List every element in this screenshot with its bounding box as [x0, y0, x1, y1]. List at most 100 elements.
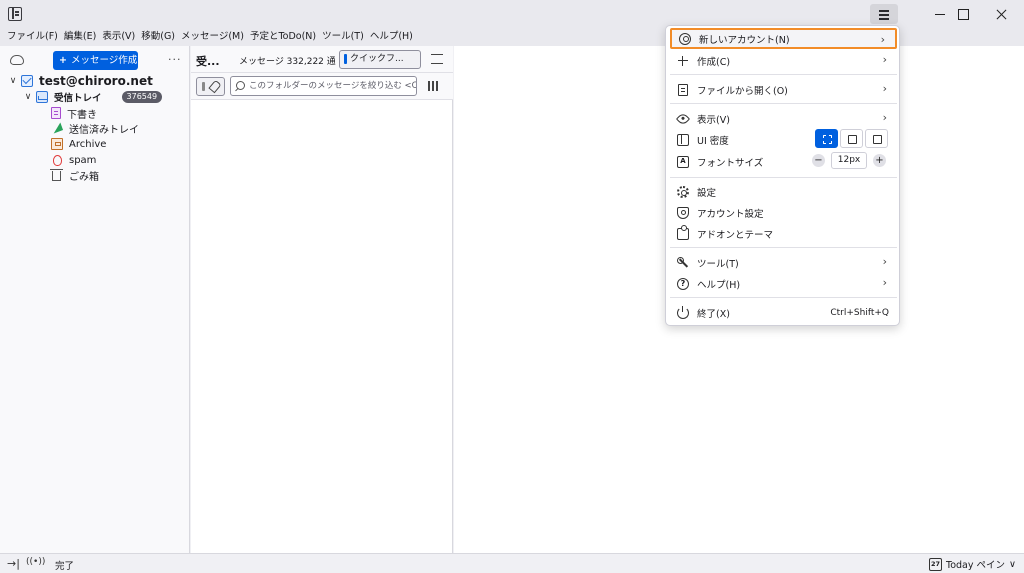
app-sidebar-icon[interactable]: [8, 7, 22, 21]
menu-quit[interactable]: 終了(X) Ctrl+Shift+Q: [670, 302, 897, 323]
menu-new-account[interactable]: 新しいアカウント(N) ›: [670, 28, 897, 49]
menu-account-settings[interactable]: アカウント設定: [670, 202, 897, 223]
menu-font-size: A フォントサイズ − 12px +: [670, 151, 897, 172]
density-compact-button[interactable]: [815, 129, 838, 148]
menu-file[interactable]: ファイル(F): [4, 28, 61, 46]
menu-view[interactable]: 表示(V) ›: [670, 108, 897, 129]
file-icon: [678, 83, 688, 96]
menu-separator: [670, 74, 897, 75]
font-size-value: 12px: [831, 152, 867, 169]
menu-label: UI 密度: [697, 135, 729, 147]
menu-label: 終了(X): [697, 308, 730, 320]
menu-edit[interactable]: 編集(E): [61, 28, 99, 46]
more-options-icon[interactable]: ···: [168, 53, 182, 66]
folder-label: spam: [69, 154, 97, 166]
density-options: [815, 129, 888, 148]
chevron-down-icon: ∨: [1009, 558, 1016, 570]
account-row[interactable]: ∨ test@chiroro.net: [8, 73, 153, 89]
plus-icon: +: [59, 55, 67, 66]
wrench-icon: [677, 256, 689, 269]
menu-label: ファイルから開く(O): [697, 85, 788, 97]
menu-help[interactable]: ヘルプ(H): [367, 28, 416, 46]
menu-tools[interactable]: ツール(T): [319, 28, 367, 46]
app-menu-button[interactable]: [870, 4, 898, 24]
menu-create[interactable]: 作成(C) ›: [670, 50, 897, 71]
filter-search-input[interactable]: このフォルダーのメッセージを絞り込む <C: [230, 76, 417, 96]
spam-icon: [51, 154, 63, 166]
font-size-icon: A: [677, 155, 689, 168]
folder-label: 下書き: [67, 109, 97, 121]
account-settings-icon: [677, 206, 689, 219]
font-increase-button[interactable]: +: [873, 154, 886, 167]
menu-view[interactable]: 表示(V): [99, 28, 138, 46]
folder-pane: + メッセージ作成 ··· ∨ test@chiroro.net ∨ 受信トレイ …: [0, 46, 190, 553]
menu-events-tasks[interactable]: 予定とToDo(N): [247, 28, 319, 46]
get-messages-icon[interactable]: [10, 55, 24, 65]
menu-open-file[interactable]: ファイルから開く(O) ›: [670, 79, 897, 100]
menu-ui-density: UI 密度: [670, 129, 897, 150]
folder-spam[interactable]: spam: [51, 152, 96, 168]
menu-label: アドオンとテーマ: [697, 229, 774, 241]
account-icon: [679, 32, 691, 45]
pin-filter-button[interactable]: [196, 77, 225, 96]
app-menu-panel: 新しいアカウント(N) › 作成(C) › ファイルから開く(O) › 表示(V…: [665, 25, 900, 326]
filter-options-icon[interactable]: [427, 81, 439, 91]
menu-message[interactable]: メッセージ(M): [178, 28, 247, 46]
font-size-control: − 12px +: [812, 152, 886, 169]
folder-label: Archive: [69, 138, 107, 150]
quick-filter-button[interactable]: クイックフ...: [339, 50, 421, 69]
chevron-right-icon: ›: [882, 111, 887, 124]
archive-icon: [51, 138, 63, 150]
folder-label: ごみ箱: [69, 171, 99, 183]
menu-separator: [670, 247, 897, 248]
puzzle-icon: [677, 224, 689, 240]
chevron-down-icon[interactable]: ∨: [8, 76, 18, 86]
menu-separator: [670, 297, 897, 298]
unread-count-badge: 376549: [121, 91, 163, 103]
menu-label: 新しいアカウント(N): [699, 34, 790, 46]
inbox-icon: [36, 91, 48, 103]
menu-help[interactable]: ? ヘルプ(H) ›: [670, 273, 897, 294]
density-touch-button[interactable]: [865, 129, 888, 148]
plus-icon: [677, 55, 689, 67]
display-options-icon[interactable]: [431, 54, 443, 64]
menu-addons[interactable]: アドオンとテーマ: [670, 223, 897, 244]
menu-go[interactable]: 移動(G): [138, 28, 178, 46]
compose-label: メッセージ作成: [70, 55, 138, 66]
folder-sent[interactable]: 送信済みトレイ: [51, 120, 139, 136]
title-bar: [0, 0, 1024, 28]
drafts-icon: [51, 107, 61, 119]
menu-settings[interactable]: 設定: [670, 181, 897, 202]
power-icon: [677, 305, 689, 319]
help-icon: ?: [677, 277, 689, 290]
collapse-sidebar-icon[interactable]: →|: [7, 557, 20, 570]
chevron-right-icon: ›: [882, 82, 887, 95]
folder-inbox[interactable]: ∨ 受信トレイ 376549: [23, 89, 163, 105]
menu-label: ツール(T): [697, 258, 739, 270]
chevron-right-icon: ›: [880, 33, 885, 46]
menu-label: 設定: [697, 187, 717, 199]
eye-icon: [675, 111, 691, 126]
menu-tools[interactable]: ツール(T) ›: [670, 252, 897, 273]
folder-trash[interactable]: ごみ箱: [50, 167, 99, 183]
menu-label: ヘルプ(H): [697, 279, 741, 291]
calendar-icon: 27: [929, 557, 942, 571]
density-normal-button[interactable]: [840, 129, 863, 148]
font-decrease-button[interactable]: −: [812, 154, 825, 167]
menu-label: アカウント設定: [697, 208, 764, 220]
quit-shortcut: Ctrl+Shift+Q: [830, 307, 889, 318]
account-icon: [21, 75, 33, 87]
menu-separator: [670, 103, 897, 104]
folder-drafts[interactable]: 下書き: [51, 105, 97, 121]
chevron-right-icon: ›: [882, 255, 887, 268]
quick-filter-bar: このフォルダーのメッセージを絞り込む <C: [191, 73, 453, 100]
folder-archive[interactable]: Archive: [51, 136, 106, 152]
menu-label: 表示(V): [697, 114, 730, 126]
close-button[interactable]: [978, 0, 1024, 28]
online-status-icon[interactable]: ((•)): [26, 557, 45, 567]
status-bar: →| ((•)) 完了 27 Today ペイン ∨: [0, 553, 1024, 573]
today-pane-toggle[interactable]: 27 Today ペイン ∨: [929, 556, 1016, 572]
compose-button[interactable]: + メッセージ作成: [53, 51, 138, 70]
chevron-down-icon[interactable]: ∨: [23, 92, 33, 102]
gear-icon: [677, 185, 689, 198]
